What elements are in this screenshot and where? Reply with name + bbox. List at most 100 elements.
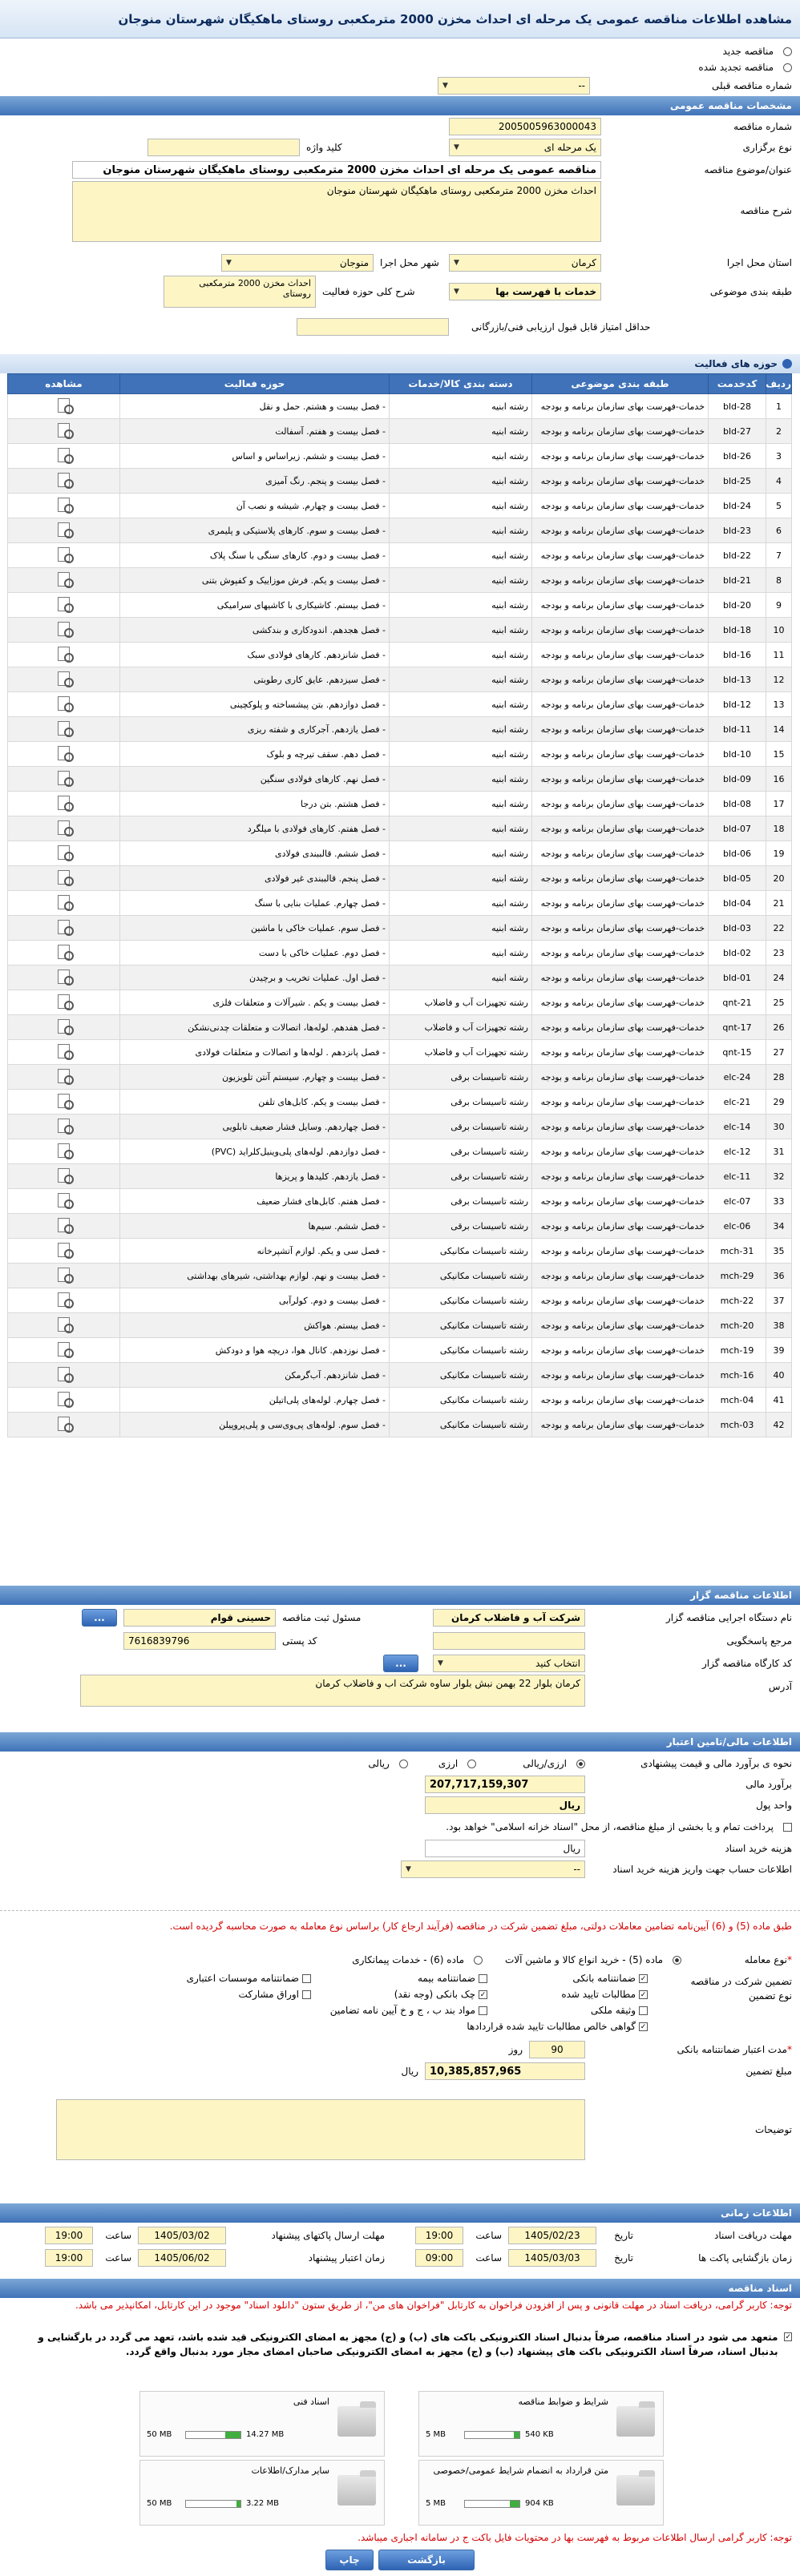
view-details-icon[interactable]	[55, 1067, 74, 1085]
view-details-icon[interactable]	[55, 595, 74, 613]
view-details-icon[interactable]	[55, 446, 74, 464]
view-details-icon[interactable]	[55, 521, 74, 538]
view-details-icon[interactable]	[55, 1117, 74, 1135]
table-cell: - فصل سیزدهم. عایق کاری رطوبتی	[119, 667, 390, 692]
view-cell	[7, 691, 120, 717]
bank-check-checkbox[interactable]	[479, 1990, 487, 1999]
table-cell: - فصل بیست و یکم . شیرآلات و متعلقات فلز…	[119, 990, 390, 1015]
view-cell	[7, 493, 120, 518]
guarantee-section: طبق ماده (5) و (6) آیین‌نامه تضامین معام…	[0, 1918, 800, 2163]
table-cell: رشته تاسیسات برقی	[389, 1139, 532, 1164]
table-cell: رشته تاسیسات مکانیکی	[389, 1387, 532, 1413]
table-cell: 20	[766, 865, 792, 891]
view-cell	[7, 468, 120, 494]
view-details-icon[interactable]	[55, 1415, 74, 1433]
view-details-icon[interactable]	[55, 397, 74, 414]
view-details-icon[interactable]	[55, 1142, 74, 1159]
rial-fx-radio[interactable]	[576, 1759, 585, 1768]
doc-card[interactable]: متن قرارداد به انضمام شرایط عمومی/خصوصی 5…	[418, 2460, 664, 2526]
view-details-icon[interactable]	[55, 1191, 74, 1209]
finance-section: نحوه ی برآورد مالی و قیمت پیشنهادی ارزی/…	[0, 1753, 800, 1880]
prev-number-label: شماره مناقصه قبلی	[712, 80, 792, 91]
view-details-icon[interactable]	[55, 1340, 74, 1358]
net-claims-checkbox[interactable]	[639, 2022, 648, 2031]
workshop-select[interactable]: انتخاب کنید ▼	[433, 1655, 585, 1672]
view-details-icon[interactable]	[55, 421, 74, 439]
view-details-icon[interactable]	[55, 918, 74, 936]
back-button[interactable]: بازگشت	[378, 2550, 475, 2570]
view-details-icon[interactable]	[55, 620, 74, 638]
view-details-icon[interactable]	[55, 1316, 74, 1333]
table-cell: 37	[766, 1288, 792, 1313]
collapse-icon[interactable]	[782, 359, 792, 369]
view-details-icon[interactable]	[55, 993, 74, 1010]
doc-card[interactable]: اسناد فنی 50 MB 14.27 MB	[139, 2391, 385, 2457]
view-details-icon[interactable]	[55, 819, 74, 836]
category-select[interactable]: خدمات با فهرست بها ▼	[449, 283, 601, 300]
article6-radio[interactable]	[474, 1955, 483, 1965]
participation-bonds-checkbox[interactable]	[302, 1990, 311, 1999]
view-details-icon[interactable]	[55, 869, 74, 886]
insurance-guarantee-checkbox[interactable]	[479, 1974, 487, 1983]
province-select[interactable]: کرمان ▼	[449, 254, 601, 272]
view-details-icon[interactable]	[55, 570, 74, 588]
view-details-icon[interactable]	[55, 1365, 74, 1383]
fx-radio[interactable]	[467, 1759, 477, 1768]
view-details-icon[interactable]	[55, 943, 74, 961]
view-details-icon[interactable]	[55, 1092, 74, 1110]
view-details-icon[interactable]	[55, 968, 74, 986]
table-cell: qnt-21	[708, 990, 766, 1015]
renewed-tender-radio[interactable]	[783, 62, 792, 72]
view-details-icon[interactable]	[55, 893, 74, 911]
desc-label: شرح مناقصه	[740, 205, 792, 216]
view-details-icon[interactable]	[55, 844, 74, 861]
keyword-input[interactable]	[147, 139, 300, 156]
view-details-icon[interactable]	[55, 471, 74, 489]
view-details-icon[interactable]	[55, 744, 74, 762]
partial-treasury-checkbox[interactable]	[783, 1822, 792, 1832]
doc-card-size: 3.22 MB	[246, 2499, 279, 2508]
view-details-icon[interactable]	[55, 1266, 74, 1284]
resp-more-button[interactable]: ...	[82, 1609, 117, 1627]
city-select[interactable]: منوجان ▼	[221, 254, 374, 272]
table-cell: رشته تاسیسات مکانیکی	[389, 1362, 532, 1388]
renewed-tender-label: مناقصه تجدید شده	[698, 62, 774, 73]
account-select[interactable]: -- ▼	[401, 1860, 585, 1878]
article5-radio[interactable]	[673, 1955, 681, 1965]
view-details-icon[interactable]	[55, 1042, 74, 1060]
view-details-icon[interactable]	[55, 1390, 74, 1408]
commit-checkbox[interactable]	[784, 2332, 792, 2341]
view-details-icon[interactable]	[55, 670, 74, 687]
guarantee-warning: طبق ماده (5) و (6) آیین‌نامه تضامین معام…	[169, 1921, 792, 1932]
view-details-icon[interactable]	[55, 1241, 74, 1259]
doc-card[interactable]: شرایط و ضوابط مناقصه 5 MB 540 KB	[418, 2391, 664, 2457]
view-cell	[7, 990, 120, 1015]
property-collateral-checkbox[interactable]	[639, 2006, 648, 2015]
credit-institution-checkbox[interactable]	[302, 1974, 311, 1983]
view-details-icon[interactable]	[55, 769, 74, 787]
hold-type-select[interactable]: یک مرحله ای ▼	[449, 139, 601, 156]
view-details-icon[interactable]	[55, 496, 74, 514]
view-details-icon[interactable]	[55, 1167, 74, 1184]
view-details-icon[interactable]	[55, 1216, 74, 1234]
rial-radio[interactable]	[398, 1759, 408, 1768]
approved-claims-checkbox[interactable]	[639, 1990, 648, 1999]
view-cell	[7, 1213, 120, 1239]
view-details-icon[interactable]	[55, 794, 74, 812]
view-details-icon[interactable]	[55, 695, 74, 712]
prev-number-select[interactable]: -- ▼	[438, 77, 590, 95]
table-cell: خدمات-فهرست بهای سازمان برنامه و بودجه	[531, 667, 709, 692]
bank-guarantee-checkbox[interactable]	[639, 1974, 648, 1983]
clauses-checkbox[interactable]	[479, 2006, 487, 2015]
print-button[interactable]: چاپ	[325, 2550, 374, 2570]
view-details-icon[interactable]	[55, 1291, 74, 1308]
workshop-more-button[interactable]: ...	[383, 1655, 418, 1672]
view-cell	[7, 741, 120, 767]
view-details-icon[interactable]	[55, 1018, 74, 1035]
view-details-icon[interactable]	[55, 645, 74, 663]
view-details-icon[interactable]	[55, 546, 74, 563]
table-cell: خدمات-فهرست بهای سازمان برنامه و بودجه	[531, 865, 709, 891]
new-tender-radio[interactable]	[783, 46, 792, 56]
doc-card[interactable]: سایر مدارک/اطلاعات 50 MB 3.22 MB	[139, 2460, 385, 2526]
view-details-icon[interactable]	[55, 720, 74, 737]
